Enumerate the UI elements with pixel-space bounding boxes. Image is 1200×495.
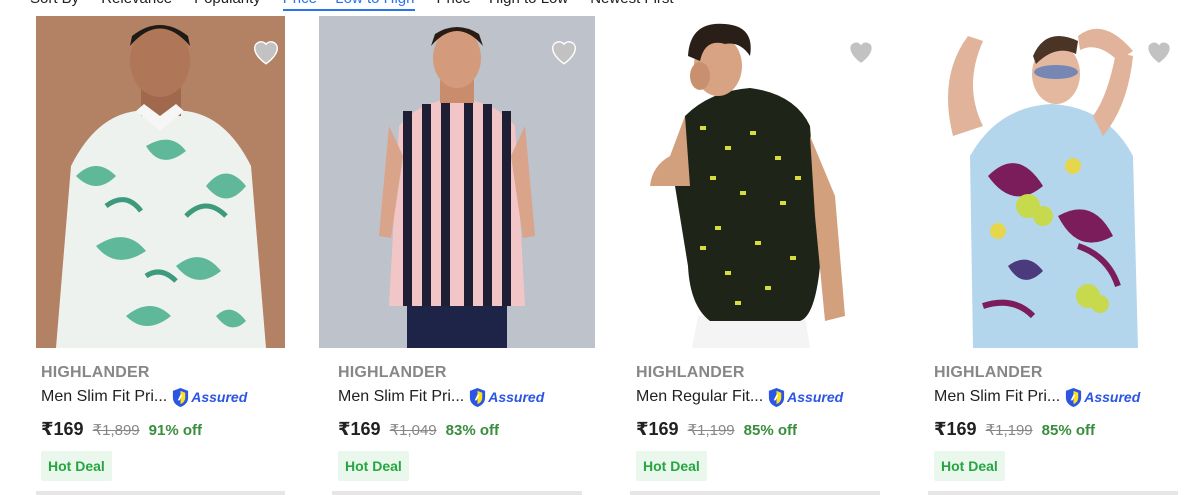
product-card[interactable]: HIGHLANDER Men Regular Fit... Assured ₹1… bbox=[596, 14, 894, 495]
sort-bar: Sort By Relevance Popularity Price -- Lo… bbox=[0, 0, 1200, 14]
wishlist-heart-icon[interactable] bbox=[249, 34, 283, 68]
next-row-card-edge bbox=[630, 491, 880, 495]
price-row: ₹169 ₹1,199 85% off bbox=[636, 419, 797, 440]
original-price: ₹1,899 bbox=[92, 422, 140, 439]
sort-option-price-low-high[interactable]: Price -- Low to High bbox=[282, 0, 415, 11]
hot-deal-badge: Hot Deal bbox=[636, 451, 707, 481]
product-title[interactable]: Men Slim Fit Pri... bbox=[934, 388, 1060, 406]
assured-shield-icon bbox=[769, 387, 785, 407]
discount-percent: 91% off bbox=[148, 422, 202, 439]
selling-price: ₹169 bbox=[934, 419, 977, 439]
sort-option-newest[interactable]: Newest First bbox=[590, 0, 673, 11]
original-price: ₹1,049 bbox=[389, 422, 437, 439]
assured-badge: Assured bbox=[468, 387, 544, 408]
wishlist-heart-icon[interactable] bbox=[547, 34, 581, 68]
product-grid: HIGHLANDER Men Slim Fit Pri... Assured ₹… bbox=[0, 14, 1200, 495]
original-price: ₹1,199 bbox=[687, 422, 735, 439]
discount-percent: 85% off bbox=[1041, 422, 1095, 439]
discount-percent: 83% off bbox=[445, 422, 499, 439]
assured-shield-icon bbox=[173, 387, 189, 407]
sort-option-price-high-low[interactable]: Price -- High to Low bbox=[437, 0, 569, 11]
product-title[interactable]: Men Slim Fit Pri... bbox=[338, 388, 464, 406]
product-card[interactable]: HIGHLANDER Men Slim Fit Pri... Assured ₹… bbox=[0, 14, 298, 495]
product-title[interactable]: Men Regular Fit... bbox=[636, 388, 763, 406]
assured-shield-icon bbox=[1066, 387, 1082, 407]
sort-option-relevance[interactable]: Relevance bbox=[101, 0, 172, 11]
next-row-card-edge bbox=[928, 491, 1178, 495]
product-title[interactable]: Men Slim Fit Pri... bbox=[41, 388, 167, 406]
selling-price: ₹169 bbox=[41, 419, 84, 439]
selling-price: ₹169 bbox=[338, 419, 381, 439]
wishlist-heart-icon[interactable] bbox=[844, 34, 878, 68]
selling-price: ₹169 bbox=[636, 419, 679, 439]
next-row-card-edge bbox=[36, 491, 285, 495]
product-card[interactable]: HIGHLANDER Men Slim Fit Pri... Assured ₹… bbox=[894, 14, 1192, 495]
original-price: ₹1,199 bbox=[985, 422, 1033, 439]
assured-label: Assured bbox=[488, 389, 545, 405]
hot-deal-badge: Hot Deal bbox=[338, 451, 409, 481]
price-row: ₹169 ₹1,899 91% off bbox=[41, 419, 202, 440]
product-brand: HIGHLANDER bbox=[934, 364, 1043, 381]
sort-option-popularity[interactable]: Popularity bbox=[194, 0, 261, 11]
next-row-card-edge bbox=[332, 491, 582, 495]
wishlist-heart-icon[interactable] bbox=[1142, 34, 1176, 68]
product-brand: HIGHLANDER bbox=[41, 364, 150, 381]
product-image[interactable] bbox=[928, 16, 1178, 348]
assured-badge: Assured bbox=[767, 387, 843, 408]
product-title-row[interactable]: Men Slim Fit Pri... Assured bbox=[338, 386, 544, 408]
product-image[interactable] bbox=[36, 16, 285, 348]
product-title-row[interactable]: Men Slim Fit Pri... Assured bbox=[41, 386, 247, 408]
assured-label: Assured bbox=[787, 389, 844, 405]
product-image[interactable] bbox=[630, 16, 880, 348]
price-row: ₹169 ₹1,199 85% off bbox=[934, 419, 1095, 440]
sort-label: Sort By bbox=[30, 0, 79, 11]
assured-label: Assured bbox=[191, 389, 248, 405]
price-row: ₹169 ₹1,049 83% off bbox=[338, 419, 499, 440]
hot-deal-badge: Hot Deal bbox=[934, 451, 1005, 481]
discount-percent: 85% off bbox=[743, 422, 797, 439]
assured-shield-icon bbox=[470, 387, 486, 407]
assured-badge: Assured bbox=[171, 387, 247, 408]
hot-deal-badge: Hot Deal bbox=[41, 451, 112, 481]
product-brand: HIGHLANDER bbox=[338, 364, 447, 381]
product-card[interactable]: HIGHLANDER Men Slim Fit Pri... Assured ₹… bbox=[298, 14, 596, 495]
assured-label: Assured bbox=[1084, 389, 1141, 405]
product-title-row[interactable]: Men Regular Fit... Assured bbox=[636, 386, 843, 408]
product-brand: HIGHLANDER bbox=[636, 364, 745, 381]
assured-badge: Assured bbox=[1064, 387, 1140, 408]
product-title-row[interactable]: Men Slim Fit Pri... Assured bbox=[934, 386, 1140, 408]
